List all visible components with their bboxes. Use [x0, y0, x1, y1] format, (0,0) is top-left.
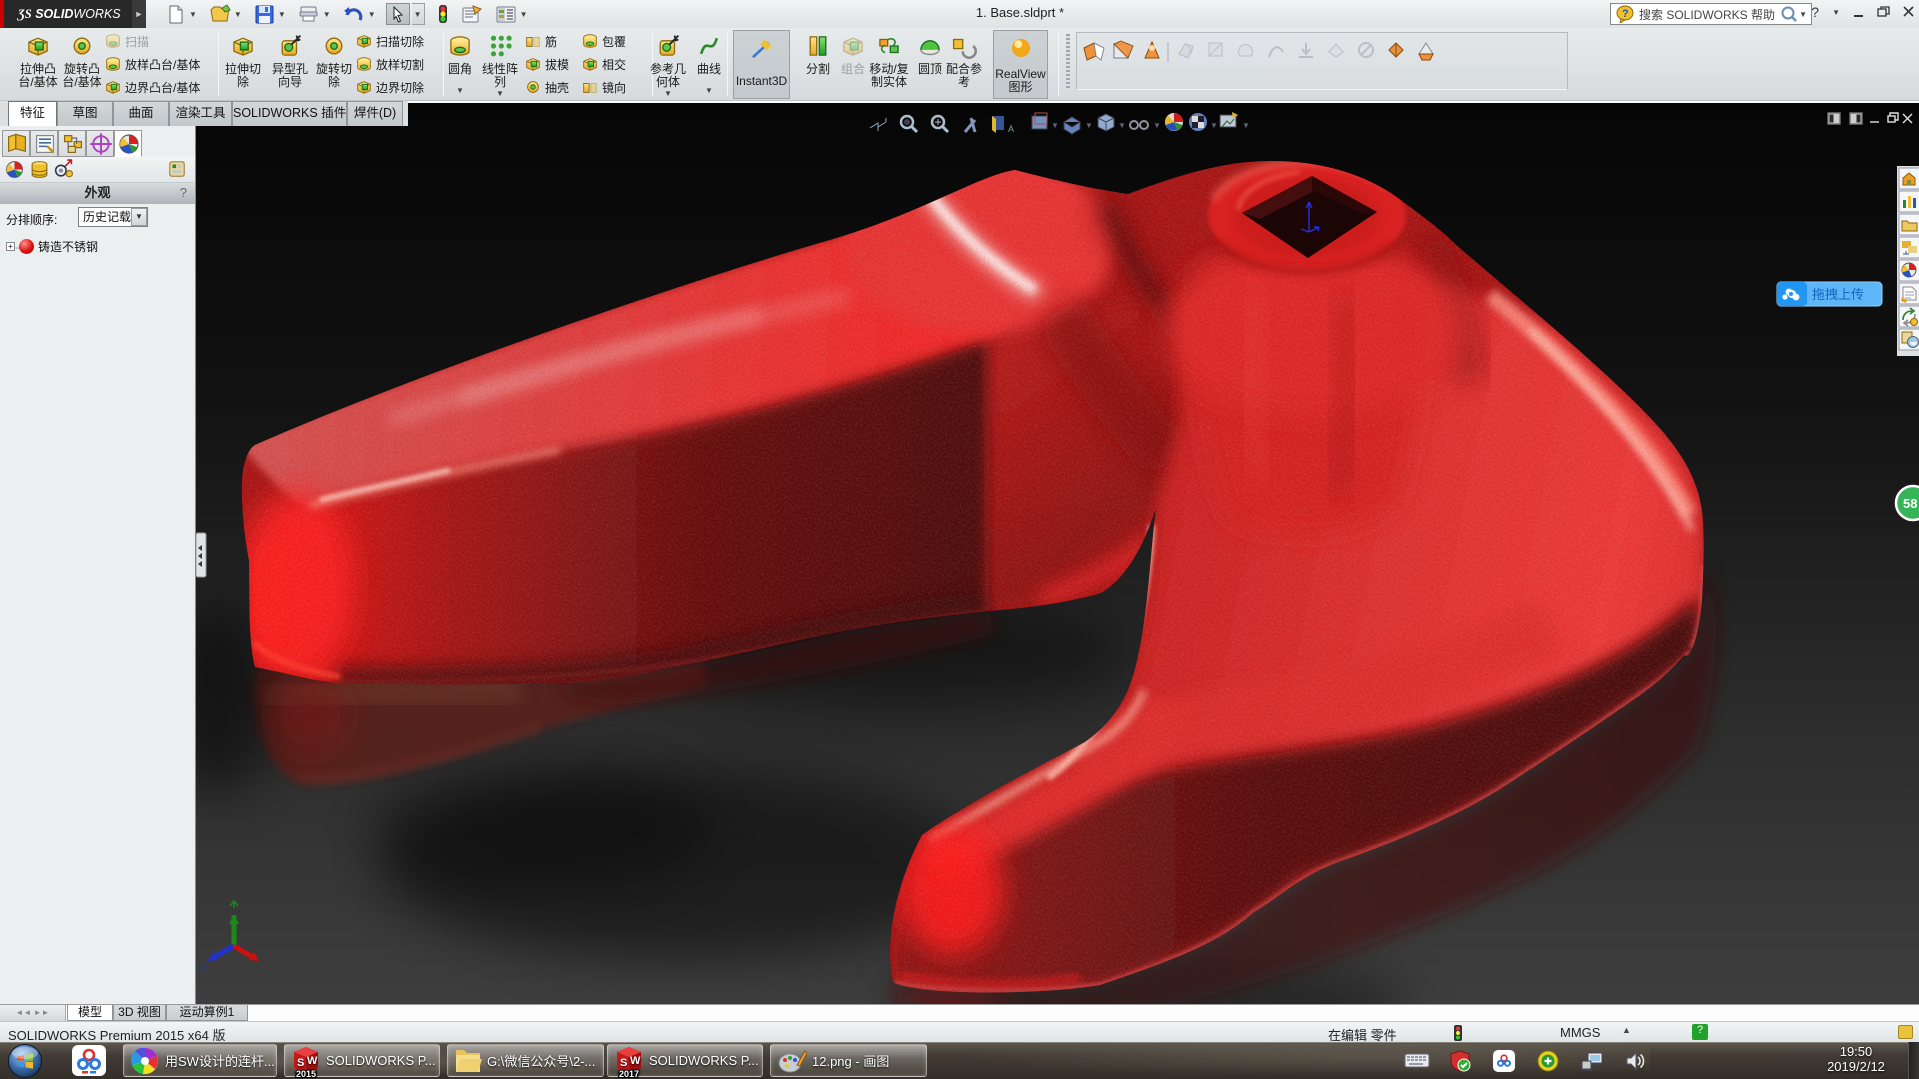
- svg-text:W: W: [630, 1055, 641, 1067]
- svg-text:2017: 2017: [619, 1069, 639, 1078]
- svg-text:S: S: [620, 1057, 627, 1069]
- svg-text:▼: ▼: [1153, 121, 1161, 130]
- svg-text:?: ?: [1622, 8, 1629, 20]
- svg-text:58: 58: [1903, 496, 1917, 511]
- svg-text:A: A: [1008, 124, 1014, 134]
- svg-text:▼: ▼: [1051, 121, 1059, 130]
- svg-text:S: S: [297, 1057, 304, 1069]
- svg-text:2015: 2015: [296, 1069, 316, 1078]
- svg-text:▼: ▼: [1085, 121, 1093, 130]
- svg-text:▼: ▼: [1118, 121, 1126, 130]
- svg-text:拖拽上传: 拖拽上传: [1812, 287, 1864, 302]
- svg-text:▼: ▼: [1210, 121, 1218, 130]
- svg-text:W: W: [307, 1055, 318, 1067]
- svg-text:Z: Z: [200, 964, 206, 975]
- svg-text:▼: ▼: [1242, 121, 1250, 130]
